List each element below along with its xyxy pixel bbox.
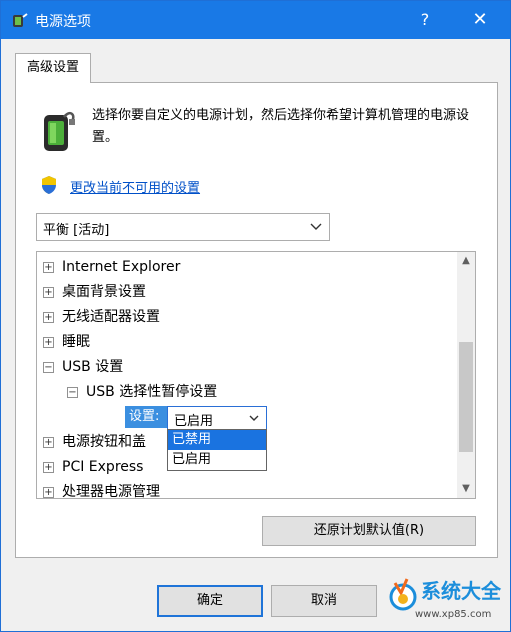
tree-scrollbar[interactable]: ▲ ▼ bbox=[457, 252, 475, 498]
site-watermark: 系统大全 www.xp85.com bbox=[387, 571, 507, 629]
tree-item-label: Internet Explorer bbox=[62, 259, 181, 275]
tree-item-label: 电源按钮和盖 bbox=[62, 434, 146, 450]
setting-value-dropdown: 已禁用 已启用 bbox=[167, 429, 267, 471]
tree-item-desktop-background[interactable]: + 桌面背景设置 bbox=[43, 281, 146, 303]
power-options-icon bbox=[13, 13, 28, 27]
expand-icon[interactable]: + bbox=[43, 336, 54, 348]
option-enabled[interactable]: 已启用 bbox=[168, 450, 266, 470]
scroll-down-icon[interactable]: ▼ bbox=[457, 480, 475, 498]
battery-plug-icon bbox=[44, 111, 75, 151]
cancel-button[interactable]: 取消 bbox=[271, 585, 377, 617]
combo-value: 已启用 bbox=[174, 414, 214, 429]
expand-icon[interactable]: + bbox=[43, 311, 54, 323]
option-disabled[interactable]: 已禁用 bbox=[168, 430, 266, 450]
tree-item-label: 无线适配器设置 bbox=[62, 309, 160, 325]
change-unavailable-settings-link[interactable]: 更改当前不可用的设置 bbox=[70, 177, 200, 196]
collapse-icon[interactable]: − bbox=[43, 361, 54, 373]
setting-value-combo[interactable]: 已启用 bbox=[167, 406, 267, 430]
uac-shield-icon bbox=[42, 176, 56, 194]
scroll-up-icon[interactable]: ▲ bbox=[457, 252, 475, 270]
tree-item-label: 处理器电源管理 bbox=[62, 484, 160, 499]
tree-item-usb-selective-suspend[interactable]: − USB 选择性暂停设置 bbox=[67, 381, 217, 403]
help-button[interactable]: ? bbox=[413, 8, 437, 32]
expand-icon[interactable]: + bbox=[43, 486, 54, 498]
tree-item-sleep[interactable]: + 睡眠 bbox=[43, 331, 90, 353]
window-title: 电源选项 bbox=[35, 14, 91, 30]
tree-item-label: USB 设置 bbox=[62, 359, 124, 375]
tree-item-processor-power[interactable]: + 处理器电源管理 bbox=[43, 481, 160, 499]
restore-plan-defaults-button[interactable]: 还原计划默认值(R) bbox=[262, 516, 476, 546]
close-button[interactable]: ✕ bbox=[465, 6, 495, 34]
chevron-down-icon bbox=[249, 415, 259, 421]
tree-item-usb-settings[interactable]: − USB 设置 bbox=[43, 356, 123, 378]
tree-item-wireless-adapter[interactable]: + 无线适配器设置 bbox=[43, 306, 160, 328]
tree-item-label: 睡眠 bbox=[62, 334, 90, 350]
watermark-text: 系统大全 bbox=[421, 579, 501, 603]
advanced-settings-panel: 选择你要自定义的电源计划，然后选择你希望计算机管理的电源设置。 更改当前不可用的… bbox=[15, 82, 498, 558]
expand-icon[interactable]: + bbox=[43, 286, 54, 298]
plan-description: 选择你要自定义的电源计划，然后选择你希望计算机管理的电源设置。 bbox=[92, 108, 470, 145]
power-settings-tree[interactable]: + Internet Explorer + 桌面背景设置 + 无线适配器设置 + 睡眠 … bbox=[36, 251, 476, 499]
expand-icon[interactable]: + bbox=[43, 436, 54, 448]
power-plan-select[interactable]: 平衡 [活动] bbox=[36, 213, 330, 241]
expand-icon[interactable]: + bbox=[43, 461, 54, 473]
tree-item-label: 桌面背景设置 bbox=[62, 284, 146, 300]
tree-item-label: PCI Express bbox=[62, 459, 144, 475]
watermark-url: www.xp85.com bbox=[415, 609, 492, 620]
scroll-thumb[interactable] bbox=[459, 342, 473, 452]
collapse-icon[interactable]: − bbox=[67, 386, 78, 398]
expand-icon[interactable]: + bbox=[43, 261, 54, 273]
tab-advanced-settings[interactable]: 高级设置 bbox=[15, 53, 91, 83]
title-bar[interactable]: 电源选项 ? ✕ bbox=[1, 1, 510, 39]
setting-label: 设置: bbox=[125, 406, 169, 428]
tree-item-power-buttons-lid[interactable]: + 电源按钮和盖 bbox=[43, 431, 146, 453]
tree-item-pci-express[interactable]: + PCI Express bbox=[43, 456, 143, 478]
ok-button[interactable]: 确定 bbox=[157, 585, 263, 617]
power-options-dialog: 电源选项 ? ✕ 高级设置 选择你要自定义的电源计划，然后选择你希望计算机管理的… bbox=[0, 0, 511, 632]
tree-item-internet-explorer[interactable]: + Internet Explorer bbox=[43, 256, 180, 278]
tree-item-label: USB 选择性暂停设置 bbox=[86, 384, 218, 400]
power-plan-value: 平衡 [活动] bbox=[43, 223, 110, 238]
chevron-down-icon bbox=[310, 223, 322, 230]
